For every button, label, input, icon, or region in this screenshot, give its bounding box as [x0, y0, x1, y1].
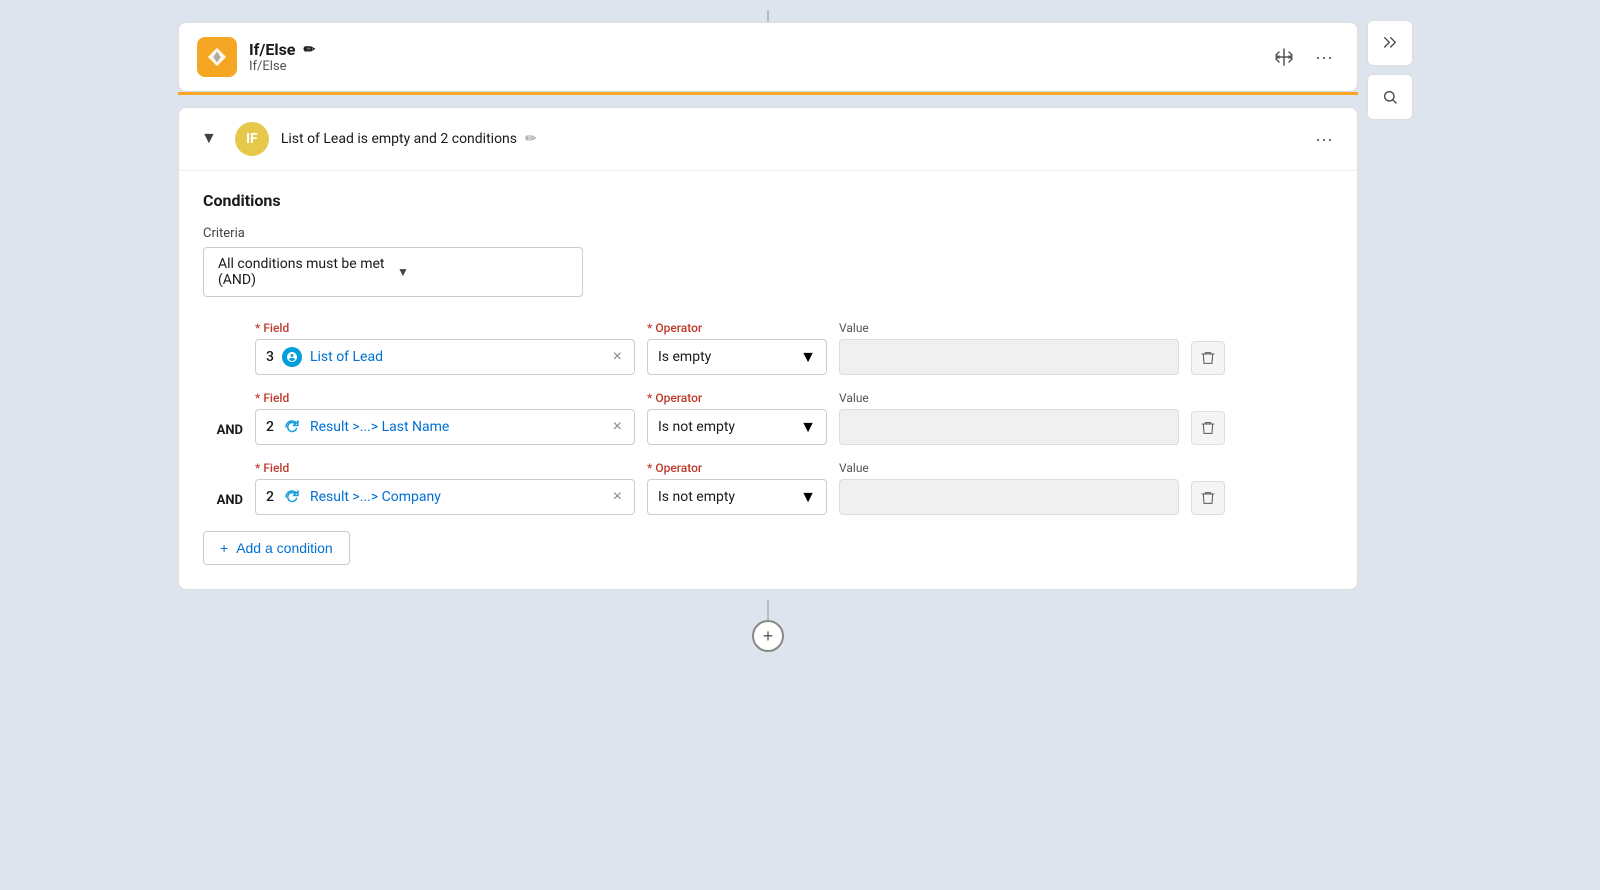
operator-group-3: Operator Is not empty ▼	[647, 461, 827, 515]
collapse-chevron-button[interactable]: ▼	[195, 128, 223, 150]
conditions-body: Conditions Criteria All conditions must …	[179, 171, 1357, 589]
add-condition-plus-icon: +	[220, 540, 228, 556]
operator-value-1: Is empty	[658, 349, 792, 365]
field-text-1: List of Lead	[310, 349, 603, 365]
field-label-1: Field	[255, 321, 635, 335]
condition-card: ▼ IF List of Lead is empty and 2 conditi…	[178, 107, 1358, 590]
if-badge: IF	[235, 122, 269, 156]
field-text-2: Result >...> Last Name	[310, 419, 603, 435]
value-group-1: Value	[839, 321, 1179, 375]
header-title-block: If/Else ✏ If/Else	[249, 40, 315, 74]
operator-input-2[interactable]: Is not empty ▼	[647, 409, 827, 445]
delete-row-1-button[interactable]	[1191, 341, 1225, 375]
orange-divider	[178, 92, 1358, 95]
right-panel	[1358, 10, 1422, 120]
operator-dropdown-arrow-3: ▼	[800, 487, 816, 507]
field-group-2: Field 2 Result >...> Last Name ×	[255, 391, 635, 445]
salesforce-icon-1	[282, 347, 302, 367]
condition-row-3: AND Field 2 Result >.	[203, 461, 1333, 515]
criteria-select[interactable]: All conditions must be met (AND) ▼	[203, 247, 583, 297]
criteria-label: Criteria	[203, 226, 1333, 241]
if-more-dots-icon: ···	[1315, 129, 1333, 149]
more-options-button[interactable]: ···	[1309, 41, 1339, 74]
refresh-icon-3	[282, 487, 302, 507]
add-step-button[interactable]: +	[752, 620, 784, 652]
header-card: If/Else ✏ If/Else ···	[178, 22, 1358, 92]
clear-field-3-button[interactable]: ×	[611, 488, 624, 506]
delete-row-2-button[interactable]	[1191, 411, 1225, 445]
more-dots-icon: ···	[1315, 47, 1333, 68]
operator-label-2: Operator	[647, 391, 827, 405]
field-input-3[interactable]: 2 Result >...> Company ×	[255, 479, 635, 515]
and-label-2: AND	[203, 391, 243, 438]
operator-label-1: Operator	[647, 321, 827, 335]
header-right: ···	[1269, 41, 1339, 74]
value-label-3: Value	[839, 461, 1179, 475]
header-subtitle: If/Else	[249, 59, 315, 74]
value-label-2: Value	[839, 391, 1179, 405]
operator-dropdown-arrow-1: ▼	[800, 347, 816, 367]
and-label-3: AND	[203, 461, 243, 508]
field-group-3: Field 2 Result >...> Company ×	[255, 461, 635, 515]
value-group-2: Value	[839, 391, 1179, 445]
value-input-2[interactable]	[839, 409, 1179, 445]
condition-fields-2: Field 2 Result >...> Last Name ×	[255, 391, 1333, 445]
if-more-button[interactable]: ···	[1307, 125, 1341, 154]
condition-row-1: Field 3 List of Lead ×	[203, 321, 1333, 375]
conditions-title: Conditions	[203, 191, 1333, 210]
operator-value-3: Is not empty	[658, 489, 792, 505]
condition-row-2: AND Field 2 Result >.	[203, 391, 1333, 445]
criteria-dropdown-arrow: ▼	[397, 265, 568, 279]
operator-input-3[interactable]: Is not empty ▼	[647, 479, 827, 515]
header-edit-icon[interactable]: ✏	[303, 42, 315, 58]
field-input-1[interactable]: 3 List of Lead ×	[255, 339, 635, 375]
header-left: If/Else ✏ If/Else	[197, 37, 315, 77]
clear-field-1-button[interactable]: ×	[611, 348, 624, 366]
clear-field-2-button[interactable]: ×	[611, 418, 624, 436]
top-connector-line	[767, 10, 769, 22]
value-label-1: Value	[839, 321, 1179, 335]
condition-fields-3: Field 2 Result >...> Company ×	[255, 461, 1333, 515]
add-step-plus-icon: +	[763, 626, 774, 647]
field-input-2[interactable]: 2 Result >...> Last Name ×	[255, 409, 635, 445]
move-button[interactable]	[1269, 42, 1299, 72]
condition-fields-1: Field 3 List of Lead ×	[255, 321, 1333, 375]
value-input-1[interactable]	[839, 339, 1179, 375]
operator-group-1: Operator Is empty ▼	[647, 321, 827, 375]
if-else-diamond-icon	[197, 37, 237, 77]
field-label-3: Field	[255, 461, 635, 475]
field-num-1: 3	[266, 349, 274, 365]
condition-edit-icon[interactable]: ✏	[525, 131, 537, 147]
field-text-3: Result >...> Company	[310, 489, 603, 505]
operator-input-1[interactable]: Is empty ▼	[647, 339, 827, 375]
criteria-value: All conditions must be met (AND)	[218, 256, 389, 288]
operator-label-3: Operator	[647, 461, 827, 475]
field-num-3: 2	[266, 489, 274, 505]
field-num-2: 2	[266, 419, 274, 435]
header-title: If/Else ✏	[249, 40, 315, 59]
and-label-1	[203, 321, 243, 353]
delete-row-3-button[interactable]	[1191, 481, 1225, 515]
operator-dropdown-arrow-2: ▼	[800, 417, 816, 437]
refresh-icon-2	[282, 417, 302, 437]
operator-value-2: Is not empty	[658, 419, 792, 435]
add-condition-label: Add a condition	[236, 540, 333, 556]
field-label-2: Field	[255, 391, 635, 405]
value-input-3[interactable]	[839, 479, 1179, 515]
bottom-section: +	[178, 600, 1358, 652]
search-panel-button[interactable]	[1367, 74, 1413, 120]
if-header-row: ▼ IF List of Lead is empty and 2 conditi…	[179, 108, 1357, 171]
bottom-connector-line	[767, 600, 769, 620]
value-group-3: Value	[839, 461, 1179, 515]
collapse-panel-button[interactable]	[1367, 20, 1413, 66]
add-condition-button[interactable]: + Add a condition	[203, 531, 350, 565]
if-title: List of Lead is empty and 2 conditions ✏	[281, 131, 1295, 147]
operator-group-2: Operator Is not empty ▼	[647, 391, 827, 445]
field-group-1: Field 3 List of Lead ×	[255, 321, 635, 375]
